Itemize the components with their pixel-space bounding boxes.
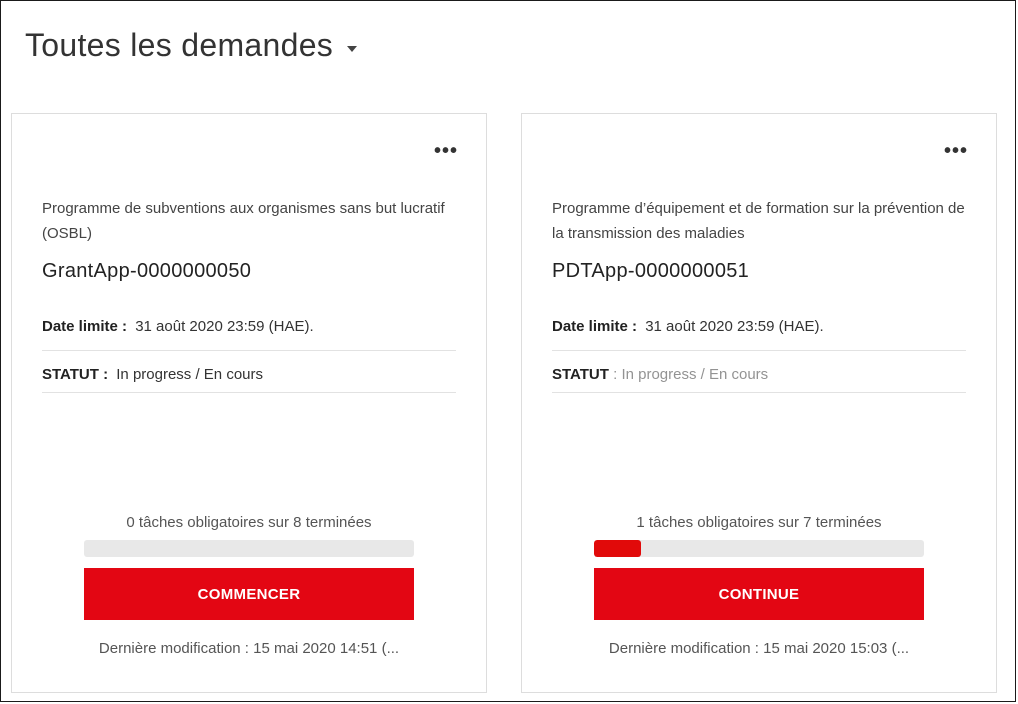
status-label: STATUT (552, 366, 609, 383)
status-value: : In progress / En cours (613, 366, 769, 383)
progress-bar (84, 540, 414, 557)
start-button[interactable]: COMMENCER (84, 568, 414, 620)
more-options-icon[interactable]: ••• (944, 141, 968, 161)
divider (552, 392, 966, 393)
divider (42, 350, 456, 351)
deadline-row: Date limite : 31 août 2020 23:59 (HAE). (42, 318, 456, 335)
more-options-icon[interactable]: ••• (434, 141, 458, 161)
progress-fill (594, 540, 642, 557)
deadline-label: Date limite : (552, 318, 638, 335)
application-id: PDTApp-0000000051 (552, 260, 750, 282)
progress-bar (594, 540, 924, 557)
program-name: Programme d’équipement et de formation s… (552, 200, 965, 242)
tasks-progress-text: 0 tâches obligatoires sur 8 terminées (126, 514, 372, 531)
continue-button[interactable]: CONTINUE (594, 568, 924, 620)
page-title: Toutes les demandes (25, 27, 334, 63)
application-card: ••• Programme d’équipement et de formati… (521, 113, 997, 693)
status-row: STATUT : In progress / En cours (552, 366, 966, 383)
tasks-progress-text: 1 tâches obligatoires sur 7 terminées (636, 514, 882, 531)
divider (42, 392, 456, 393)
deadline-value: 31 août 2020 23:59 (HAE). (135, 318, 314, 335)
caret-down-icon (347, 45, 358, 52)
page-frame: Toutes les demandes ••• Programme de sub… (0, 0, 1016, 702)
last-modified-text: Dernière modification : 15 mai 2020 14:5… (98, 640, 400, 657)
status-label: STATUT : (42, 366, 109, 383)
application-id: GrantApp-0000000050 (42, 260, 252, 282)
status-value: In progress / En cours (116, 366, 263, 383)
divider (552, 350, 966, 351)
deadline-row: Date limite : 31 août 2020 23:59 (HAE). (552, 318, 966, 335)
last-modified-text: Dernière modification : 15 mai 2020 15:0… (608, 640, 910, 657)
deadline-label: Date limite : (42, 318, 128, 335)
status-row: STATUT : In progress / En cours (42, 366, 456, 383)
all-requests-dropdown[interactable]: Toutes les demandes (25, 27, 358, 64)
program-name: Programme de subventions aux organismes … (42, 200, 445, 242)
deadline-value: 31 août 2020 23:59 (HAE). (645, 318, 824, 335)
application-card: ••• Programme de subventions aux organis… (11, 113, 487, 693)
